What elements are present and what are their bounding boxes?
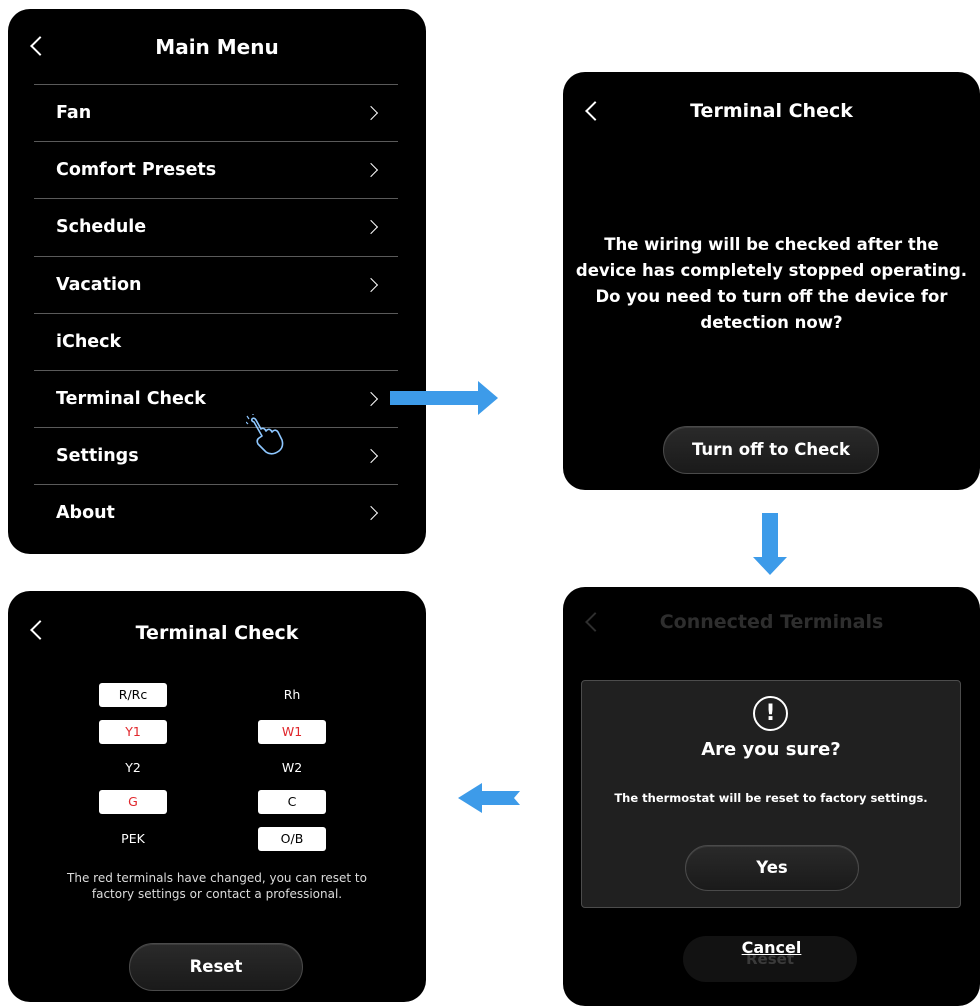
- arrow-right-icon: [390, 381, 498, 415]
- terminal-c: C: [258, 790, 326, 814]
- terminal-o-b: O/B: [258, 827, 326, 851]
- tap-hand-icon: [246, 414, 284, 455]
- chevron-right-icon: [363, 391, 379, 407]
- arrow-down-icon: [753, 513, 787, 575]
- terminal-w1: W1: [258, 720, 326, 744]
- terminal-g: G: [99, 790, 167, 814]
- background-title: Connected Terminals: [659, 611, 884, 633]
- menu-item-settings[interactable]: Settings: [34, 427, 398, 484]
- chevron-right-icon: [363, 277, 379, 292]
- terminal-r-rc: R/Rc: [99, 683, 167, 707]
- menu-item-about[interactable]: About: [34, 484, 398, 541]
- menu-item-vacation[interactable]: Vacation: [34, 255, 398, 313]
- cancel-button[interactable]: Cancel: [563, 938, 980, 957]
- exclamation-icon: !: [753, 696, 788, 731]
- menu-item-label: About: [56, 503, 115, 524]
- chevron-right-icon: [363, 163, 379, 178]
- page-title: Main Menu: [155, 35, 279, 59]
- menu-item-terminal-check[interactable]: Terminal Check: [34, 370, 398, 427]
- dialog-heading: Are you sure?: [701, 739, 841, 760]
- menu-item-label: Comfort Presets: [56, 160, 217, 181]
- menu-item-label: Fan: [56, 103, 92, 123]
- menu-item-label: Schedule: [56, 217, 147, 238]
- terminal-note: The red terminals have changed, you can …: [67, 871, 367, 901]
- main-menu-screen: Main Menu Fan Comfort Presets Schedule Vaca…: [8, 9, 426, 554]
- yes-button[interactable]: Yes: [685, 845, 859, 891]
- menu-item-label: iCheck: [56, 331, 122, 352]
- terminal-check-prompt-screen: Terminal Check The wiring will be checke…: [563, 72, 980, 490]
- terminal-w2: W2: [281, 760, 303, 775]
- page-title: Terminal Check: [690, 100, 853, 122]
- dialog-message: The thermostat will be reset to factory …: [614, 791, 928, 805]
- terminal-rh: Rh: [283, 687, 301, 702]
- menu-item-fan[interactable]: Fan: [34, 84, 398, 141]
- terminal-y2: Y2: [125, 760, 141, 775]
- menu-item-label: Terminal Check: [56, 389, 206, 409]
- terminal-check-result-screen: Terminal Check R/Rc Rh Y1 W1 Y2 W2 G C PEK O/B Th…: [8, 591, 426, 1002]
- chevron-right-icon: [363, 220, 379, 235]
- chevron-right-icon: [363, 506, 379, 521]
- menu-item-icheck[interactable]: iCheck: [34, 312, 398, 370]
- confirm-reset-screen: Connected Terminals Reset ! Are you sure…: [563, 587, 980, 1006]
- menu-item-label: Vacation: [56, 274, 142, 295]
- terminal-pek: PEK: [121, 831, 145, 846]
- reset-button[interactable]: Reset: [129, 943, 303, 991]
- prompt-message: The wiring will be checked after the dev…: [575, 235, 968, 332]
- page-title: Terminal Check: [135, 622, 299, 644]
- chevron-right-icon: [363, 105, 379, 121]
- turn-off-to-check-button[interactable]: Turn off to Check: [663, 426, 879, 474]
- terminal-y1: Y1: [99, 720, 167, 744]
- chevron-right-icon: [363, 449, 379, 464]
- menu-item-schedule[interactable]: Schedule: [34, 198, 398, 255]
- menu-item-comfort-presets[interactable]: Comfort Presets: [34, 141, 398, 198]
- menu-item-label: Settings: [56, 446, 139, 467]
- arrow-left-icon: [458, 783, 520, 813]
- confirm-dialog: ! Are you sure? The thermostat will be r…: [581, 680, 961, 908]
